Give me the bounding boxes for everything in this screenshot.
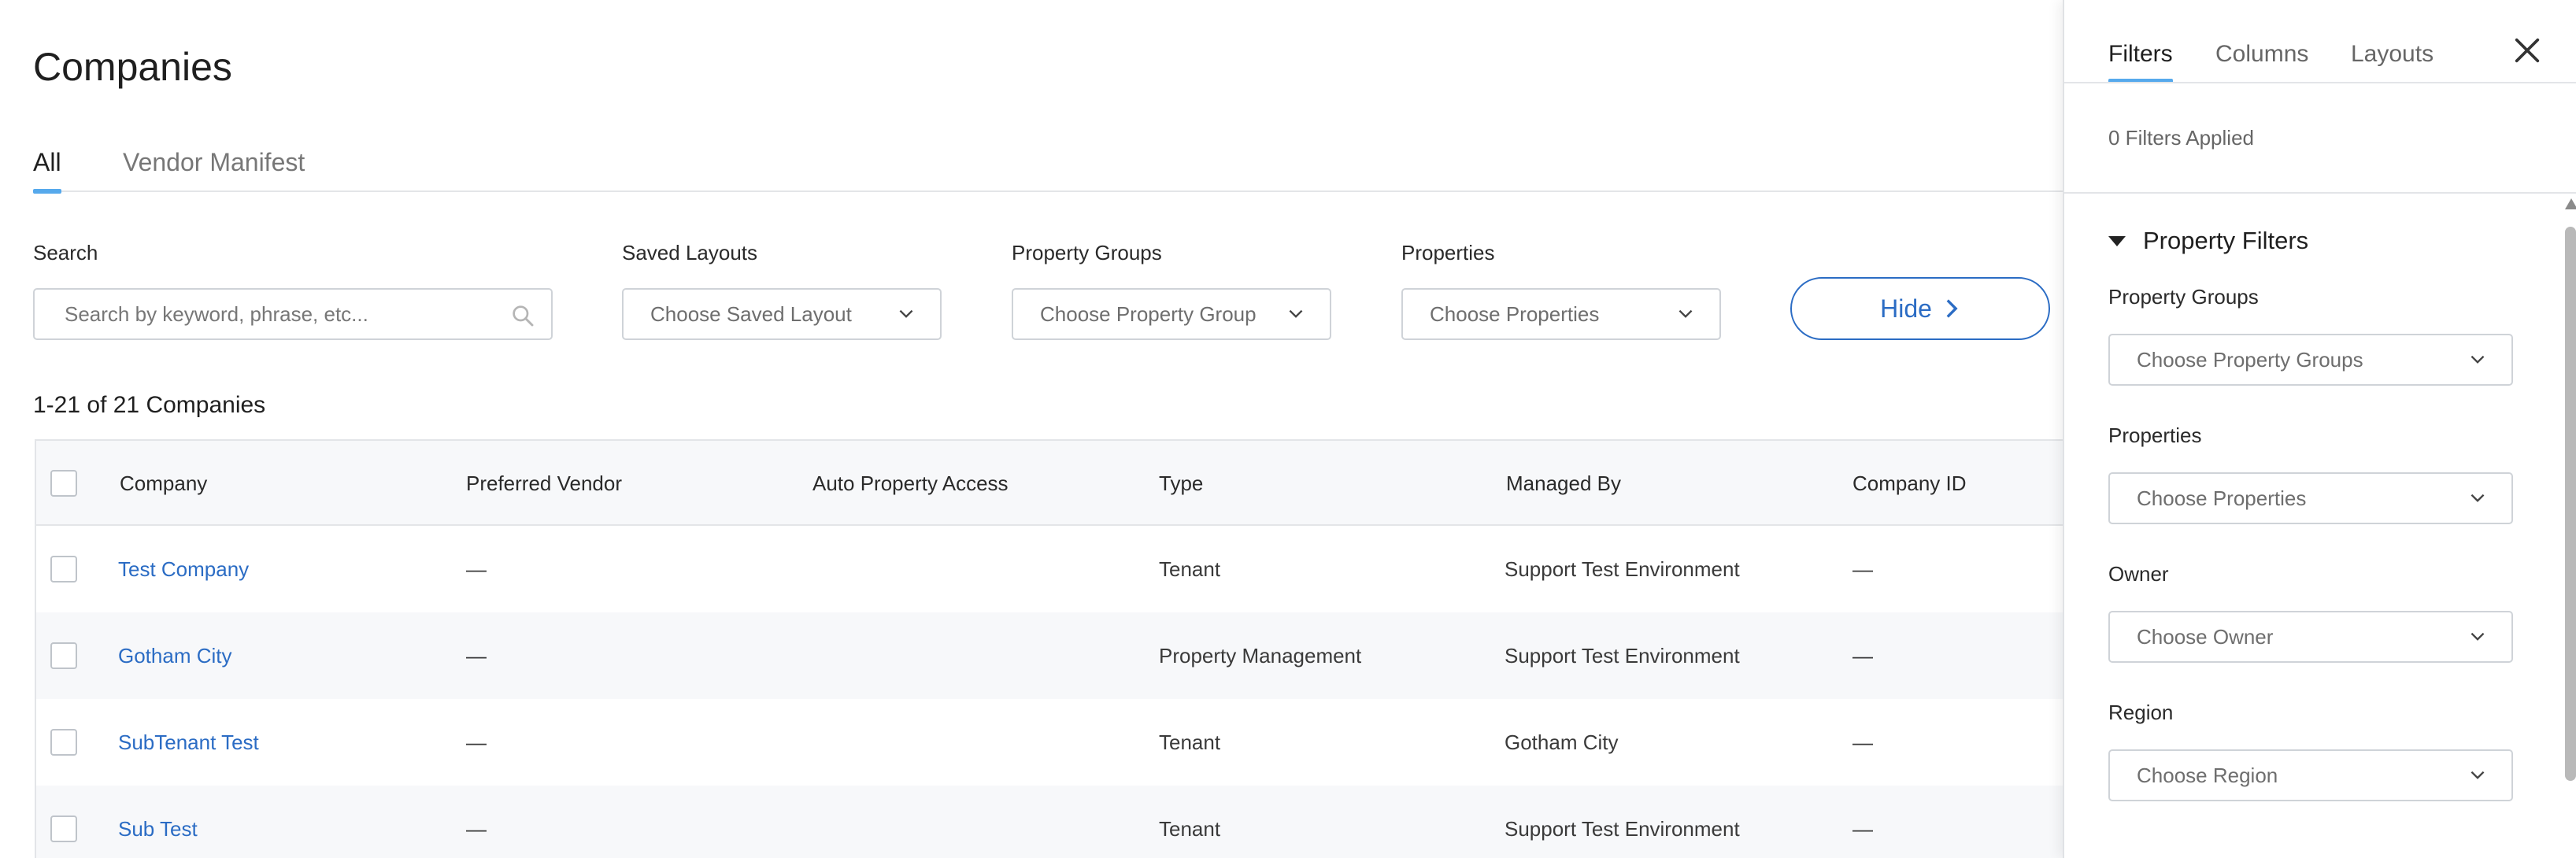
search-icon[interactable] <box>510 303 535 328</box>
managed-by-cell: Support Test Environment <box>1505 557 1740 581</box>
table-row: Test Company — Tenant Support Test Envir… <box>36 526 2063 612</box>
table-row: Sub Test — Tenant Support Test Environme… <box>36 786 2063 858</box>
company-link[interactable]: Test Company <box>118 526 249 612</box>
managed-by-cell: Gotham City <box>1505 730 1619 754</box>
filter-label-owner: Owner <box>2108 562 2169 586</box>
filter-region-value: Choose Region <box>2137 764 2278 787</box>
filter-label-property-groups: Property Groups <box>2108 285 2259 309</box>
preferred-vendor-cell: — <box>466 730 487 754</box>
filter-property-groups-value: Choose Property Groups <box>2137 348 2363 372</box>
search-label: Search <box>33 241 98 264</box>
column-header-type[interactable]: Type <box>1159 441 1203 526</box>
managed-by-cell: Support Test Environment <box>1505 817 1740 841</box>
property-group-select[interactable]: Choose Property Group <box>1012 288 1331 340</box>
main-content: Companies All Vendor Manifest Search Sav… <box>0 0 2063 858</box>
panel-tab-divider <box>2064 82 2576 83</box>
type-cell: Tenant <box>1159 730 1221 754</box>
table-header: Company Preferred Vendor Auto Property A… <box>36 441 2063 526</box>
properties-select[interactable]: Choose Properties <box>1401 288 1721 340</box>
tab-bar: All Vendor Manifest <box>33 146 2063 194</box>
property-filters-title: Property Filters <box>2143 227 2309 254</box>
preferred-vendor-cell: — <box>466 817 487 841</box>
column-header-company[interactable]: Company <box>120 441 207 526</box>
close-icon[interactable] <box>2511 35 2543 66</box>
row-checkbox[interactable] <box>50 556 77 582</box>
scroll-up-arrow-icon[interactable] <box>2565 198 2576 209</box>
panel-tab-bar: Filters Columns Layouts <box>2108 0 2549 83</box>
property-filters-toggle[interactable]: Property Filters <box>2108 227 2308 255</box>
saved-layouts-label: Saved Layouts <box>622 241 758 264</box>
companies-table: Company Preferred Vendor Auto Property A… <box>35 439 2063 858</box>
preferred-vendor-cell: — <box>466 557 487 581</box>
chevron-down-icon <box>2471 494 2485 502</box>
search-input[interactable] <box>35 290 551 338</box>
hide-filters-button[interactable]: Hide <box>1790 277 2050 340</box>
chevron-down-icon <box>1289 309 1303 318</box>
saved-layouts-select[interactable]: Choose Saved Layout <box>622 288 942 340</box>
filter-scroll-area: Property Filters Property Groups Choose … <box>2064 194 2576 858</box>
type-cell: Tenant <box>1159 557 1221 581</box>
property-groups-label: Property Groups <box>1012 241 1162 264</box>
column-header-auto-property-access[interactable]: Auto Property Access <box>812 441 1009 526</box>
filter-properties-value: Choose Properties <box>2137 486 2307 510</box>
filter-owner-select[interactable]: Choose Owner <box>2108 611 2513 663</box>
row-checkbox[interactable] <box>50 642 77 669</box>
chevron-down-icon <box>2471 632 2485 641</box>
select-all-checkbox[interactable] <box>50 470 77 497</box>
hide-button-label: Hide <box>1880 294 1932 323</box>
preferred-vendor-cell: — <box>466 644 487 668</box>
properties-label: Properties <box>1401 241 1495 264</box>
company-id-cell: — <box>1852 644 1873 668</box>
type-cell: Tenant <box>1159 817 1221 841</box>
tab-columns[interactable]: Columns <box>2215 41 2308 83</box>
filter-region-select[interactable]: Choose Region <box>2108 749 2513 801</box>
filter-owner-value: Choose Owner <box>2137 625 2274 649</box>
company-id-cell: — <box>1852 557 1873 581</box>
tab-filters[interactable]: Filters <box>2108 41 2173 83</box>
caret-down-icon <box>2108 235 2126 246</box>
properties-value: Choose Properties <box>1430 302 1600 326</box>
chevron-down-icon <box>1678 309 1693 318</box>
filter-panel: Filters Columns Layouts 0 Filters Applie… <box>2063 0 2576 858</box>
scrollbar-thumb[interactable] <box>2565 227 2576 781</box>
company-link[interactable]: Gotham City <box>118 612 232 699</box>
search-field <box>33 288 553 340</box>
tab-all[interactable]: All <box>33 146 61 194</box>
filter-label-region: Region <box>2108 701 2174 724</box>
table-row: SubTenant Test — Tenant Gotham City — <box>36 699 2063 786</box>
company-link[interactable]: Sub Test <box>118 786 198 858</box>
tab-layouts[interactable]: Layouts <box>2351 41 2434 83</box>
company-link[interactable]: SubTenant Test <box>118 699 259 786</box>
column-header-preferred-vendor[interactable]: Preferred Vendor <box>466 441 622 526</box>
table-row: Gotham City — Property Management Suppor… <box>36 612 2063 699</box>
page-title: Companies <box>33 45 232 89</box>
results-count: 1-21 of 21 Companies <box>33 392 266 418</box>
row-checkbox[interactable] <box>50 815 77 842</box>
column-header-managed-by[interactable]: Managed By <box>1506 441 1621 526</box>
filter-properties-select[interactable]: Choose Properties <box>2108 472 2513 524</box>
filter-label-properties: Properties <box>2108 423 2202 447</box>
filters-applied-count: 0 Filters Applied <box>2108 126 2254 150</box>
chevron-right-icon <box>1946 299 1958 318</box>
chevron-down-icon <box>2471 355 2485 364</box>
tab-vendor-manifest[interactable]: Vendor Manifest <box>123 146 305 192</box>
row-checkbox[interactable] <box>50 729 77 756</box>
property-group-value: Choose Property Group <box>1040 302 1257 326</box>
managed-by-cell: Support Test Environment <box>1505 644 1740 668</box>
column-header-company-id[interactable]: Company ID <box>1852 441 1967 526</box>
chevron-down-icon <box>899 309 913 318</box>
company-id-cell: — <box>1852 817 1873 841</box>
saved-layouts-value: Choose Saved Layout <box>650 302 852 326</box>
company-id-cell: — <box>1852 730 1873 754</box>
type-cell: Property Management <box>1159 644 1362 668</box>
chevron-down-icon <box>2471 771 2485 779</box>
filter-property-groups-select[interactable]: Choose Property Groups <box>2108 334 2513 386</box>
panel-scrollbar[interactable] <box>2563 198 2576 852</box>
